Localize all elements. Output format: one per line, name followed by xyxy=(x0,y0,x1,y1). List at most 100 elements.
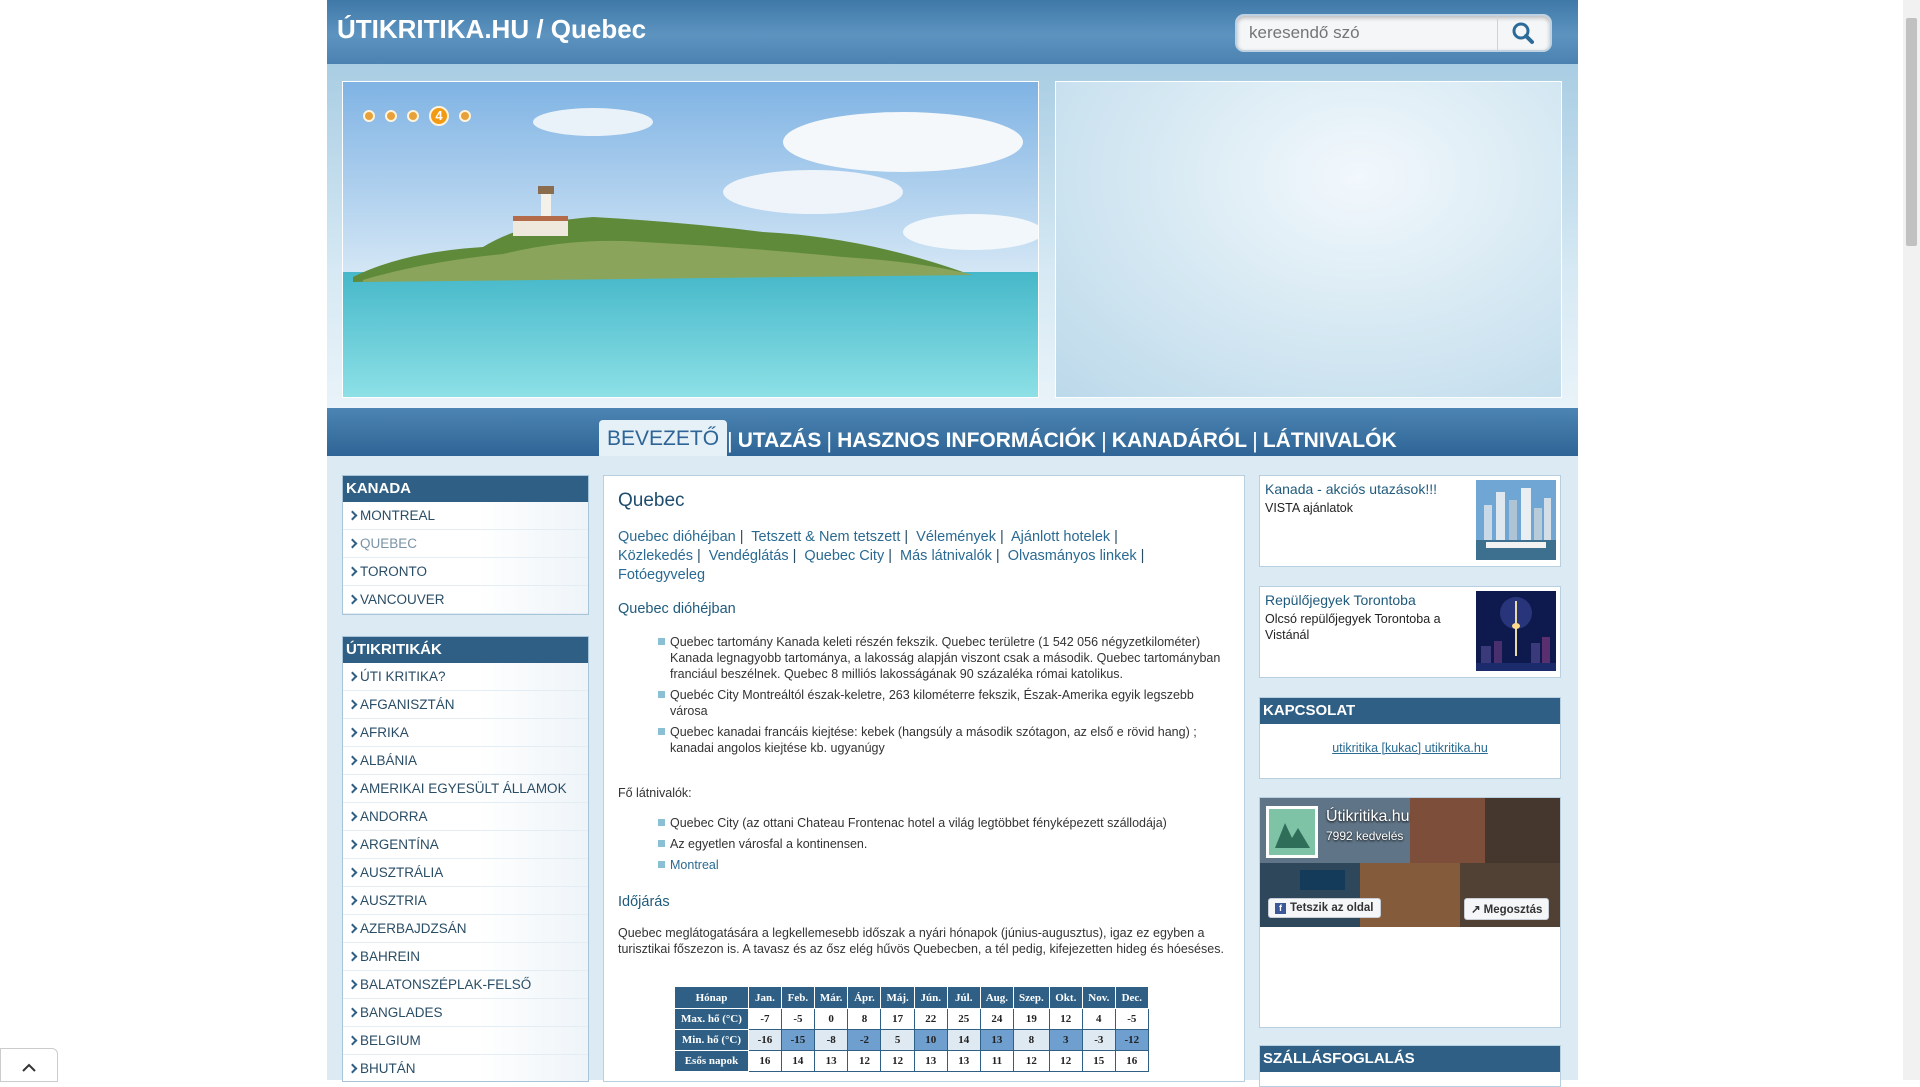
sidebar-item[interactable]: BHUTÁN xyxy=(343,1055,588,1081)
kapcsolat-box: KAPCSOLAT utikritika [kukac] utikritika.… xyxy=(1259,697,1561,779)
sidebar-item[interactable]: ÚTI KRITIKA? xyxy=(343,663,588,691)
slider-dot-2[interactable] xyxy=(385,110,397,122)
nav-list: BEVEZETŐ | UTAZÁS | HASZNOS INFORMÁCIÓK … xyxy=(599,418,1402,456)
table-cell: 11 xyxy=(979,1050,1015,1072)
main-content: Quebec Quebec dióhéjban | Tetszett & Nem … xyxy=(603,475,1245,1082)
facebook-share-button[interactable]: ↗ Megosztás xyxy=(1464,898,1550,920)
utikritikak-menu-header: ÚTIKRITIKÁK xyxy=(343,637,588,663)
page-title: Quebec xyxy=(618,490,685,511)
section-link[interactable]: Közlekedés xyxy=(618,548,693,564)
sidebar-item[interactable]: AUSZTRIA xyxy=(343,887,588,915)
facebook-icon: f xyxy=(1275,903,1286,914)
table-cell: -7 xyxy=(747,1008,782,1030)
link-separator: | xyxy=(904,529,909,545)
contact-email-link[interactable]: utikritika [kukac] utikritika.hu xyxy=(1260,741,1560,755)
link-separator: | xyxy=(696,548,701,564)
table-header: Hónap xyxy=(674,986,749,1009)
slider-dot-3[interactable] xyxy=(407,110,419,122)
sidebar-item[interactable]: BALATONSZÉPLAK-FELSŐ xyxy=(343,971,588,999)
ad-title[interactable]: Kanada - akciós utazások!!! xyxy=(1265,481,1437,497)
section-link[interactable]: Olvasmányos linkek xyxy=(1008,548,1137,564)
section-link[interactable]: Quebec dióhéjban xyxy=(618,529,736,545)
table-header: Feb. xyxy=(780,986,815,1009)
table-cell: 16 xyxy=(747,1050,782,1072)
search-button[interactable] xyxy=(1497,16,1550,50)
section-links: Quebec dióhéjban | Tetszett & Nem tetszet… xyxy=(618,528,1218,585)
link-separator: | xyxy=(1140,548,1145,564)
ad-kanada[interactable]: Kanada - akciós utazások!!! VISTA ajánla… xyxy=(1259,475,1561,567)
sidebar-item[interactable]: ANDORRA xyxy=(343,803,588,831)
slider-dot-5[interactable] xyxy=(459,110,471,122)
sidebar-item[interactable]: AFGANISZTÁN xyxy=(343,691,588,719)
weather-table: Hónap Jan. Feb. Már. Ápr. Máj. Jún. Júl.… xyxy=(674,986,1149,1072)
table-cell: 12 xyxy=(1013,1050,1050,1072)
scrollbar[interactable] xyxy=(1903,0,1920,1080)
banner-area: 4 xyxy=(327,64,1578,408)
table-cell: -15 xyxy=(780,1029,815,1051)
image-slider[interactable]: 4 xyxy=(342,81,1039,398)
section-link[interactable]: Más látnivalók xyxy=(900,548,992,564)
section-link[interactable]: Tetszett & Nem tetszett xyxy=(751,529,900,545)
sidebar-item-vancouver[interactable]: VANCOUVER xyxy=(343,586,588,614)
table-cell: 12 xyxy=(847,1050,882,1072)
site-title[interactable]: ÚTIKRITIKA.HU / Quebec xyxy=(337,14,646,45)
row-label: Min. hő (°C) xyxy=(674,1029,749,1051)
tab-kanadarol[interactable]: KANADÁRÓL xyxy=(1107,426,1252,456)
tab-utazas[interactable]: UTAZÁS xyxy=(733,426,827,456)
site-header: ÚTIKRITIKA.HU / Quebec xyxy=(327,0,1578,64)
table-cell: 12 xyxy=(1048,1050,1083,1072)
main-nav: BEVEZETŐ | UTAZÁS | HASZNOS INFORMÁCIÓK … xyxy=(327,408,1578,456)
sidebar-item[interactable]: AZERBAJDZSÁN xyxy=(343,915,588,943)
sidebar-item-quebec[interactable]: QUEBEC xyxy=(343,530,588,558)
table-header: Nov. xyxy=(1081,986,1116,1009)
table-cell: -8 xyxy=(813,1029,849,1051)
sidebar-item[interactable]: AUSZTRÁLIA xyxy=(343,859,588,887)
table-cell: -16 xyxy=(747,1029,782,1051)
facebook-widget-body xyxy=(1259,927,1561,1028)
ad-title[interactable]: Repülőjegyek Torontoba xyxy=(1265,592,1416,608)
sidebar-item[interactable]: BANGLADES xyxy=(343,999,588,1027)
lighthouse-island-image xyxy=(343,82,1038,397)
search-input[interactable] xyxy=(1247,22,1491,44)
table-cell: -5 xyxy=(1114,1008,1149,1030)
facebook-page-name[interactable]: Útikritika.hu xyxy=(1326,808,1410,826)
section-link[interactable]: Quebec City xyxy=(804,548,884,564)
scrollbar-thumb[interactable] xyxy=(1906,18,1917,246)
slider-dot-4[interactable]: 4 xyxy=(429,106,449,126)
tab-hasznos-informaciok[interactable]: HASZNOS INFORMÁCIÓK xyxy=(832,426,1101,456)
facebook-like-button[interactable]: f Tetszik az oldal xyxy=(1268,898,1381,918)
table-cell: -3 xyxy=(1081,1029,1116,1051)
section-link[interactable]: Vendéglátás xyxy=(709,548,789,564)
table-cell: 14 xyxy=(946,1029,981,1051)
back-to-top-button[interactable] xyxy=(0,1048,58,1082)
table-cell: -5 xyxy=(780,1008,815,1030)
page-frame: ÚTIKRITIKA.HU / Quebec keresendő szó 4 B… xyxy=(327,0,1578,1087)
table-cell: 17 xyxy=(880,1008,915,1030)
table-row: Max. hő (°C) -7 -5 0 8 17 22 25 24 19 12… xyxy=(674,1008,1149,1030)
sidebar-item[interactable]: ARGENTÍNA xyxy=(343,831,588,859)
tab-bevezeto[interactable]: BEVEZETŐ xyxy=(599,420,728,456)
toronto-night-image xyxy=(1476,591,1556,671)
sidebar-item[interactable]: ALBÁNIA xyxy=(343,747,588,775)
szallas-header: SZÁLLÁSFOGLALÁS xyxy=(1260,1046,1560,1072)
ad-description: VISTA ajánlatok xyxy=(1265,501,1354,515)
ad-repulojegyek[interactable]: Repülőjegyek Torontoba Olcsó repülőjegye… xyxy=(1259,586,1561,678)
section-link[interactable]: Fotóegyveleg xyxy=(618,567,705,583)
sidebar-item[interactable]: BAHREIN xyxy=(343,943,588,971)
like-label: Tetszik az oldal xyxy=(1290,902,1374,914)
tab-latnivalok[interactable]: LÁTNIVALÓK xyxy=(1258,426,1402,456)
slider-dot-1[interactable] xyxy=(363,110,375,122)
section-link[interactable]: Vélemények xyxy=(916,529,996,545)
sidebar-item[interactable]: AMERIKAI EGYESÜLT ÁLLAMOK xyxy=(343,775,588,803)
table-cell: 16 xyxy=(1114,1050,1149,1072)
table-cell: 5 xyxy=(880,1029,915,1051)
section-link[interactable]: Ajánlott hotelek xyxy=(1011,529,1110,545)
sidebar-item[interactable]: AFRIKA xyxy=(343,719,588,747)
chevron-up-icon xyxy=(22,1063,36,1072)
table-header: Júl. xyxy=(946,986,981,1009)
sidebar-item[interactable]: BELGIUM xyxy=(343,1027,588,1055)
montreal-link[interactable]: Montreal xyxy=(658,857,1223,873)
sidebar-item-montreal[interactable]: MONTREAL xyxy=(343,502,588,530)
sidebar-item-toronto[interactable]: TORONTO xyxy=(343,558,588,586)
search-icon xyxy=(1512,22,1534,44)
